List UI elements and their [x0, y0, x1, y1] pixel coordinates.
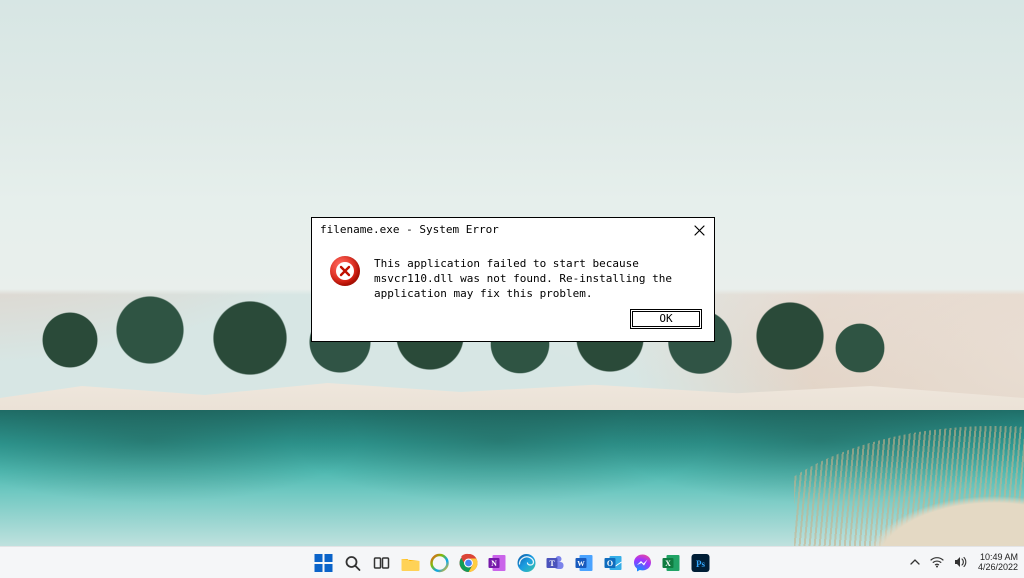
teams-button[interactable]: T [545, 552, 567, 574]
folder-icon [401, 554, 421, 572]
clock[interactable]: 10:49 AM 4/26/2022 [978, 553, 1018, 573]
search-button[interactable] [342, 552, 364, 574]
ok-button[interactable]: OK [630, 309, 702, 329]
dialog-body: This application failed to start because… [312, 242, 714, 310]
error-dialog: filename.exe - System Error This applica… [311, 217, 715, 342]
volume-icon[interactable] [954, 556, 968, 570]
dialog-titlebar[interactable]: filename.exe - System Error [312, 218, 714, 242]
error-icon [330, 256, 360, 286]
svg-text:W: W [577, 559, 585, 568]
edge-button[interactable] [516, 552, 538, 574]
desktop-wallpaper: filename.exe - System Error This applica… [0, 0, 1024, 578]
svg-text:N: N [491, 559, 497, 568]
taskbar-center: N T W [313, 547, 712, 578]
excel-button[interactable]: X [661, 552, 683, 574]
teams-icon: T [546, 553, 566, 573]
chat-icon [430, 553, 450, 573]
chat-button[interactable] [429, 552, 451, 574]
word-button[interactable]: W [574, 552, 596, 574]
windows-icon [315, 554, 333, 572]
outlook-button[interactable]: O [603, 552, 625, 574]
excel-icon: X [662, 553, 682, 573]
close-icon[interactable] [692, 223, 706, 237]
chrome-button[interactable] [458, 552, 480, 574]
ok-button-label: OK [659, 312, 672, 327]
system-tray[interactable]: 10:49 AM 4/26/2022 [910, 547, 1018, 578]
onenote-icon: N [488, 553, 508, 573]
chrome-icon [459, 553, 479, 573]
start-button[interactable] [313, 552, 335, 574]
edge-icon [517, 553, 537, 573]
dialog-message: This application failed to start because… [374, 256, 694, 302]
word-icon: W [575, 553, 595, 573]
dialog-title-text: filename.exe - System Error [320, 223, 499, 238]
messenger-button[interactable] [632, 552, 654, 574]
svg-text:O: O [607, 559, 613, 568]
task-view-button[interactable] [371, 552, 393, 574]
svg-text:Ps: Ps [696, 559, 705, 569]
svg-text:T: T [549, 559, 555, 568]
onenote-button[interactable]: N [487, 552, 509, 574]
photoshop-button[interactable]: Ps [690, 552, 712, 574]
messenger-icon [633, 553, 653, 573]
file-explorer-button[interactable] [400, 552, 422, 574]
outlook-icon: O [604, 553, 624, 573]
task-view-icon [373, 554, 391, 572]
search-icon [344, 554, 362, 572]
dialog-footer: OK [312, 309, 714, 341]
taskbar: N T W [0, 546, 1024, 578]
clock-date: 4/26/2022 [978, 563, 1018, 573]
photoshop-icon: Ps [691, 553, 711, 573]
wifi-icon[interactable] [930, 556, 944, 570]
chevron-up-icon[interactable] [910, 557, 920, 569]
svg-text:X: X [665, 559, 671, 568]
